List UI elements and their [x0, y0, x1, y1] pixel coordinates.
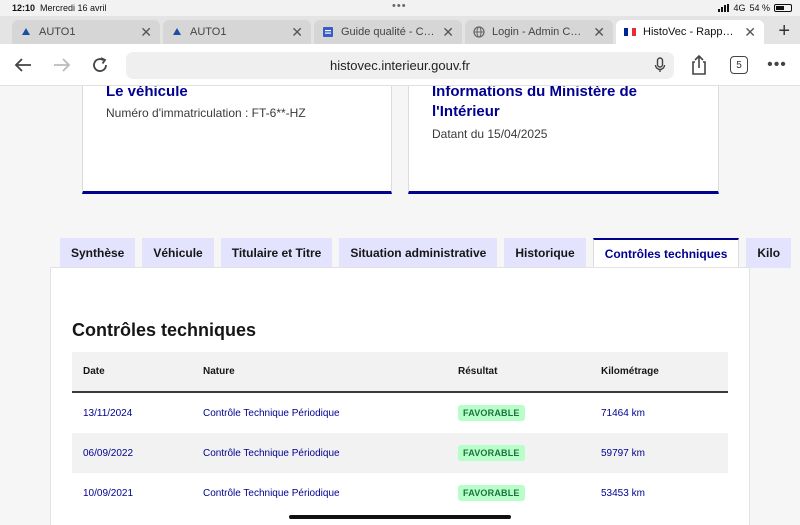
browser-tab-histovec[interactable]: HistoVec - Rapport ve ✕: [616, 20, 764, 44]
home-indicator[interactable]: [289, 515, 511, 519]
flag-icon: [624, 26, 636, 38]
back-arrow-icon[interactable]: [10, 52, 36, 78]
tab-controles-techniques[interactable]: Contrôles techniques: [592, 238, 740, 268]
vehicle-card-title: Le véhicule: [106, 86, 188, 100]
ministry-card-title-line2: l'Intérieur: [432, 103, 500, 120]
forward-arrow-icon[interactable]: [49, 52, 75, 78]
controles-panel: Contrôles techniques Date Nature Résulta…: [50, 267, 750, 525]
status-right: 4G 54 %: [718, 3, 792, 13]
signal-icon: [718, 4, 730, 12]
multitask-dots-icon[interactable]: •••: [392, 0, 407, 12]
battery-icon: [774, 4, 792, 12]
network-label: 4G: [733, 3, 746, 13]
controles-table: Date Nature Résultat Kilométrage 13/11/2…: [72, 352, 728, 513]
table-header: Date Nature Résultat Kilométrage: [72, 352, 728, 393]
address-bar[interactable]: histovec.interieur.gouv.fr: [126, 52, 674, 79]
browser-tab-title: Guide qualité - Comm: [341, 26, 436, 38]
doc-icon: [322, 26, 334, 38]
close-icon[interactable]: ✕: [593, 24, 605, 41]
row-nature: Contrôle Technique Périodique: [203, 487, 340, 499]
tab-titulaire[interactable]: Titulaire et Titre: [220, 238, 333, 268]
browser-tab-auto1-a[interactable]: AUTO1 ✕: [12, 20, 160, 44]
browser-tab-title: AUTO1: [190, 26, 227, 38]
browser-tab-title: AUTO1: [39, 26, 76, 38]
vehicle-card: Le véhicule Numéro d'immatriculation : F…: [82, 86, 392, 194]
row-nature: Contrôle Technique Périodique: [203, 407, 340, 419]
close-icon[interactable]: ✕: [291, 24, 303, 41]
status-badge: FAVORABLE: [458, 485, 525, 501]
header-nature: Nature: [203, 366, 235, 377]
table-row: 06/09/2022 Contrôle Technique Périodique…: [72, 433, 728, 473]
tab-synthese[interactable]: Synthèse: [60, 238, 136, 268]
ministry-card-title-line1: Informations du Ministère de: [432, 86, 638, 100]
row-km: 59797 km: [601, 447, 645, 459]
browser-tab-bar: AUTO1 ✕ AUTO1 ✕ Guide qualité - Comm ✕ L…: [0, 16, 800, 44]
section-title: Contrôles techniques: [72, 320, 257, 340]
tab-historique[interactable]: Historique: [504, 238, 586, 268]
more-options-icon[interactable]: •••: [764, 52, 790, 78]
status-badge: FAVORABLE: [458, 405, 525, 421]
auto1-icon: [171, 26, 183, 38]
status-time: 12:10: [12, 3, 36, 13]
page-content: Le véhicule Numéro d'immatriculation : F…: [0, 86, 800, 525]
status-bar: 12:10 Mercredi 16 avril ••• 4G 54 %: [0, 0, 800, 16]
url-text: histovec.interieur.gouv.fr: [330, 58, 470, 73]
status-date: Mercredi 16 avril: [40, 3, 107, 13]
tab-switcher-icon[interactable]: 5: [726, 52, 752, 78]
microphone-icon[interactable]: [654, 57, 666, 76]
header-kilometrage: Kilométrage: [601, 366, 659, 377]
table-row: 10/09/2021 Contrôle Technique Périodique…: [72, 473, 728, 513]
header-date: Date: [83, 366, 105, 377]
table-row: 13/11/2024 Contrôle Technique Périodique…: [72, 393, 728, 433]
browser-tab-auto1-b[interactable]: AUTO1 ✕: [163, 20, 311, 44]
row-date: 10/09/2021: [83, 487, 134, 499]
tab-situation[interactable]: Situation administrative: [339, 238, 498, 268]
ministry-date: Datant du 15/04/2025: [432, 127, 548, 141]
tab-vehicule[interactable]: Véhicule: [142, 238, 214, 268]
browser-tab-guide[interactable]: Guide qualité - Comm ✕: [314, 20, 462, 44]
page-tab-list: Synthèse Véhicule Titulaire et Titre Sit…: [60, 238, 798, 268]
row-km: 53453 km: [601, 487, 645, 499]
close-icon[interactable]: ✕: [744, 24, 756, 41]
globe-icon: [473, 26, 485, 38]
close-icon[interactable]: ✕: [140, 24, 152, 41]
header-resultat: Résultat: [458, 366, 498, 377]
new-tab-icon[interactable]: +: [778, 20, 790, 43]
row-km: 71464 km: [601, 407, 645, 419]
row-date: 13/11/2024: [83, 407, 133, 419]
tab-count: 5: [730, 56, 748, 74]
browser-tab-title: Login - Admin Center: [492, 26, 588, 38]
tab-kilometrage[interactable]: Kilo: [746, 238, 792, 268]
ministry-card: Informations du Ministère de l'Intérieur…: [408, 86, 719, 194]
share-icon[interactable]: [686, 52, 712, 78]
registration-number: Numéro d'immatriculation : FT-6**-HZ: [106, 106, 306, 120]
auto1-icon: [20, 26, 32, 38]
reload-icon[interactable]: [87, 52, 113, 78]
browser-tab-title: HistoVec - Rapport ve: [643, 26, 738, 38]
row-date: 06/09/2022: [83, 447, 134, 459]
browser-tab-login[interactable]: Login - Admin Center ✕: [465, 20, 613, 44]
browser-toolbar: histovec.interieur.gouv.fr 5 •••: [0, 44, 800, 86]
row-nature: Contrôle Technique Périodique: [203, 447, 340, 459]
close-icon[interactable]: ✕: [442, 24, 454, 41]
status-badge: FAVORABLE: [458, 445, 525, 461]
battery-percent: 54 %: [749, 3, 770, 13]
